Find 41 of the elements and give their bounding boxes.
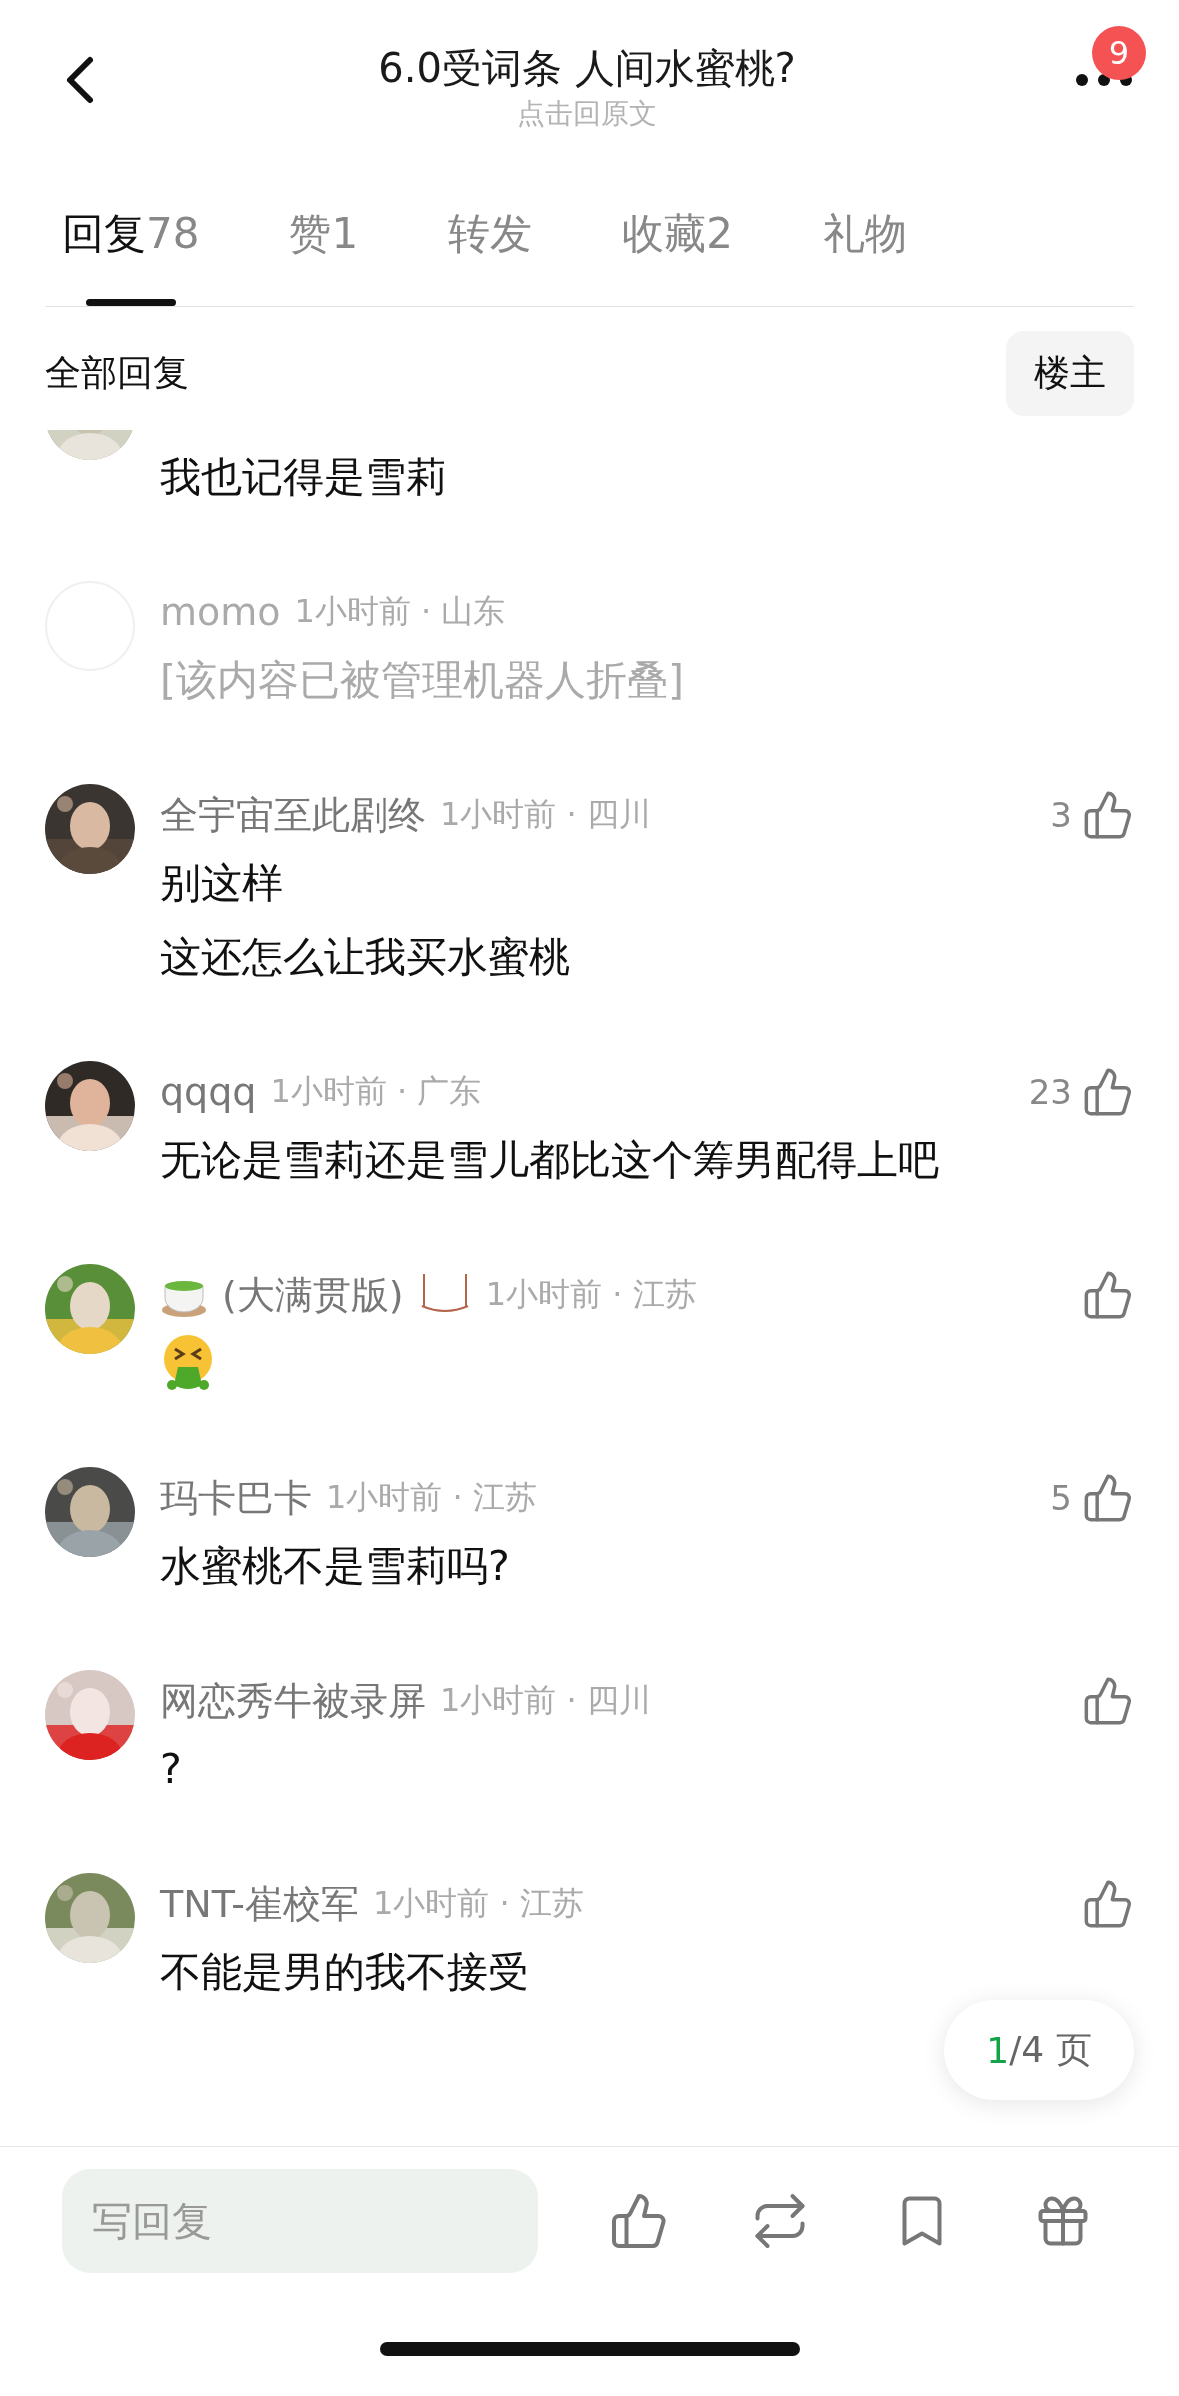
comment-meta: 1小时前 · 四川	[440, 794, 651, 835]
user-name[interactable]: qqqq	[160, 1070, 257, 1114]
comment-meta: 1小时前 · 江苏	[373, 1883, 584, 1924]
reply-field[interactable]: 写回复	[62, 2169, 538, 2273]
thumbs-up-icon[interactable]	[1082, 1675, 1134, 1727]
comment-text: 无论是雪莉还是雪儿都比这个筹男配得上吧	[160, 1135, 940, 1186]
comment-meta: 1小时前 · 广东	[270, 1071, 482, 1112]
section-title: 全部回复	[45, 351, 189, 395]
thumbs-up-icon[interactable]	[1082, 1066, 1134, 1118]
tab[interactable]: 收藏2	[622, 180, 733, 306]
comment-meta: 1小时前 · 江苏	[326, 1477, 537, 1518]
comment-text: 不能是男的我不接受	[160, 1947, 530, 1998]
comment-meta: 1小时前 · 四川	[440, 1680, 651, 1721]
tab[interactable]: 转发	[448, 180, 533, 306]
comment-text: 水蜜桃不是雪莉吗?	[160, 1541, 511, 1592]
post-title: 6.0受词条 人间水蜜桃?	[378, 44, 796, 93]
comment-text: 我也记得是雪莉	[160, 452, 448, 503]
user-name[interactable]: (大满贯版)	[222, 1269, 404, 1321]
thumbs-up-icon[interactable]	[1082, 1269, 1134, 1321]
op-filter-button[interactable]: 楼主	[1006, 331, 1134, 416]
like-count: 5	[1050, 1478, 1072, 1518]
thumbs-up-icon[interactable]	[1082, 1878, 1134, 1930]
like-count: 23	[1028, 1072, 1072, 1112]
notification-badge: 9	[1092, 26, 1146, 80]
thumbs-up-icon[interactable]	[1082, 1472, 1134, 1524]
user-name[interactable]: 全宇宙至此剧终	[160, 789, 426, 841]
tab[interactable]: 礼物	[822, 180, 907, 306]
tab[interactable]: 回复78	[62, 180, 200, 306]
comment-text: ?	[160, 1744, 183, 1795]
user-name[interactable]: TNT-崔校军	[160, 1878, 360, 1930]
user-name[interactable]: 玛卡巴卡	[160, 1472, 312, 1524]
comment-meta: 1小时前 · 山东	[294, 591, 506, 632]
user-name[interactable]: 网恋秀牛被录屏	[160, 1675, 426, 1727]
user-name[interactable]: momo	[160, 590, 281, 634]
like-count: 3	[1050, 795, 1072, 835]
page-indicator[interactable]: 1/4 页	[944, 2000, 1134, 2100]
thumbs-up-icon[interactable]	[1082, 789, 1134, 841]
comment-text: [该内容已被管理机器人折叠]	[160, 655, 685, 706]
comment-text: 别这样	[160, 858, 284, 909]
comment-meta: 1小时前 · 江苏	[485, 1274, 697, 1315]
comment-text: 这还怎么让我买水蜜桃	[160, 932, 571, 983]
